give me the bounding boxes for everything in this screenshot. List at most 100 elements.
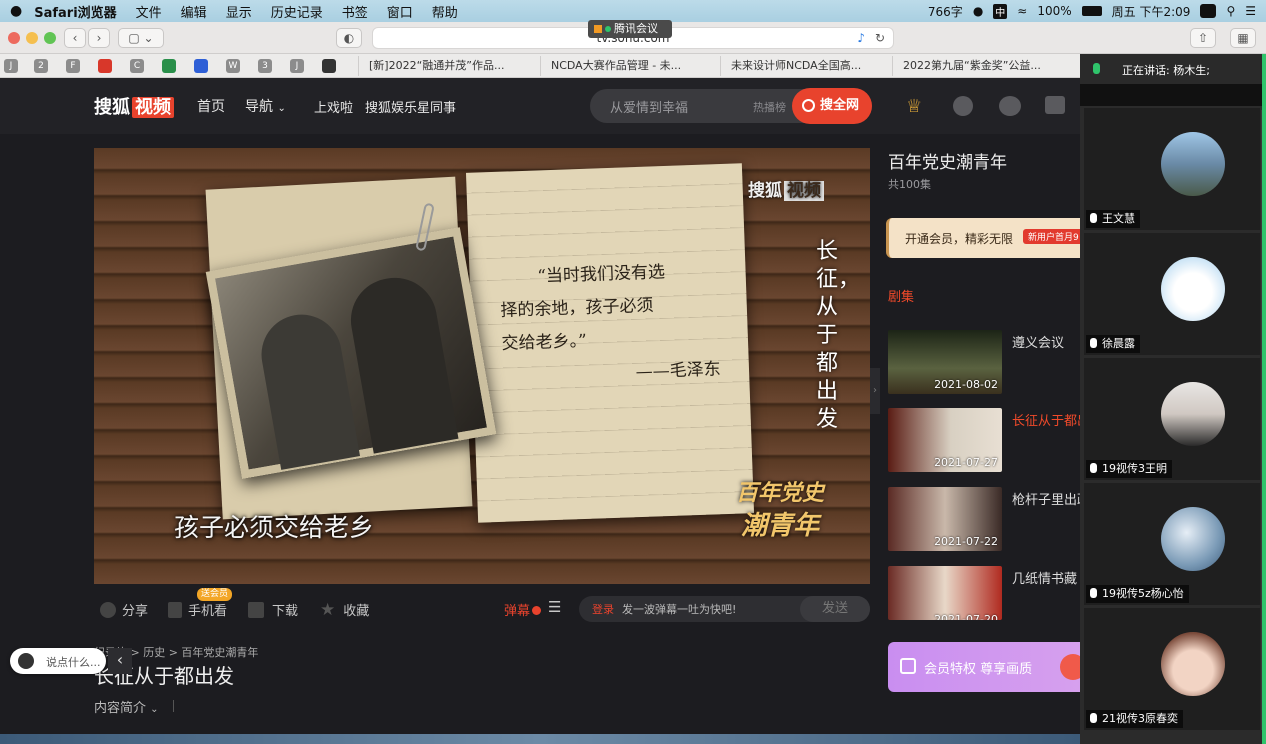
- site-logo[interactable]: 搜狐 视频: [94, 93, 174, 119]
- danmu-input[interactable]: 登录 发一波弹幕一吐为快吧! 发送: [579, 596, 870, 622]
- nav-guide-label: 导航: [245, 99, 273, 115]
- intro-toggle[interactable]: 内容简介 ⌄: [94, 697, 174, 716]
- tencent-meeting-indicator[interactable]: 腾讯会议: [588, 20, 672, 38]
- history-icon[interactable]: [953, 96, 973, 116]
- download-icon: [248, 602, 264, 618]
- danmu-toggle[interactable]: 弹幕: [504, 600, 542, 619]
- control-center-icon[interactable]: ☰: [1245, 4, 1256, 18]
- participant-tile-1[interactable]: 王文慧: [1084, 108, 1260, 230]
- episode-thumb-4[interactable]: 2021-07-20: [888, 566, 1002, 620]
- minimize-window-button[interactable]: [26, 32, 38, 44]
- danmu-login-link[interactable]: 登录: [592, 601, 614, 617]
- tab-episodes[interactable]: 剧集: [888, 286, 914, 305]
- collect-button[interactable]: ★ 收藏: [320, 600, 369, 620]
- menu-bookmarks[interactable]: 书签: [342, 2, 368, 21]
- search-all-button[interactable]: 搜全网: [792, 88, 872, 124]
- menu-window[interactable]: 窗口: [387, 2, 413, 21]
- nav-shangxi[interactable]: 上戏啦: [314, 97, 353, 116]
- bookmark-3-icon[interactable]: 3: [258, 59, 272, 73]
- macos-menu-bar: ● Safari浏览器 文件 编辑 显示 历史记录 书签 窗口 帮助 766字 …: [0, 0, 1266, 22]
- vip-promo[interactable]: 开通会员，精彩无限 新用户首月9: [886, 218, 1080, 258]
- close-window-button[interactable]: [8, 32, 20, 44]
- sound-icon[interactable]: ♪: [857, 28, 865, 48]
- series-title: 百年党史潮青年: [888, 153, 1007, 173]
- chat-bubble[interactable]: 说点什么...: [10, 648, 106, 674]
- episode-1-title[interactable]: 遵义会议: [1012, 332, 1080, 351]
- bookmark-baidu-icon[interactable]: [194, 59, 208, 73]
- crown-icon[interactable]: ♕: [906, 96, 922, 117]
- tab-overview-icon[interactable]: ▦: [1230, 28, 1256, 48]
- forward-button[interactable]: ›: [88, 28, 110, 48]
- vip-banner[interactable]: 会员特权 尊享画质: [888, 642, 1086, 692]
- back-button[interactable]: ‹: [64, 28, 86, 48]
- video-player[interactable]: “当时我们没有选 择的余地，孩子必须 交给老乡。” ——毛泽东 搜狐 视频 长征，…: [94, 148, 870, 584]
- video-record-icon[interactable]: [1045, 96, 1065, 114]
- participant-3-label: 19视传3王明: [1102, 462, 1167, 475]
- danmu-settings-icon[interactable]: ☰: [548, 598, 561, 616]
- nav-home[interactable]: 首页: [197, 96, 225, 116]
- privacy-shield-icon[interactable]: ◐: [336, 28, 362, 48]
- bookmark-red-icon[interactable]: [98, 59, 112, 73]
- app-menu[interactable]: Safari浏览器: [34, 2, 116, 21]
- watermark-b: 视频: [784, 181, 824, 201]
- input-method-icon[interactable]: 中: [993, 3, 1008, 19]
- episode-thumb-2[interactable]: 2021-07-27: [888, 408, 1002, 472]
- collect-label: 收藏: [343, 604, 370, 619]
- reload-icon[interactable]: ↻: [875, 28, 885, 48]
- sidebar-toggle-button[interactable]: ▢ ⌄: [118, 28, 164, 48]
- tab-1[interactable]: [新]2022“融通并茂”作品...: [358, 56, 538, 76]
- episode-3-title[interactable]: 枪杆子里出政: [1012, 489, 1080, 508]
- status-area: 766字 ● 中 ≈ 100% 周五 下午2:09 ⚲ ☰: [928, 0, 1256, 22]
- bookmark-c-icon[interactable]: C: [130, 59, 144, 73]
- share-icon[interactable]: ⇧: [1190, 28, 1216, 48]
- word-count[interactable]: 766字: [928, 3, 963, 20]
- tab-4[interactable]: 2022第九届“紫金奖”公益...: [892, 56, 1078, 76]
- meeting-divider: [1080, 84, 1266, 106]
- clock[interactable]: 周五 下午2:09: [1112, 3, 1191, 20]
- menu-help[interactable]: 帮助: [432, 2, 458, 21]
- menu-file[interactable]: 文件: [136, 2, 162, 21]
- bookmark-j2-icon[interactable]: J: [290, 59, 304, 73]
- episode-thumb-1[interactable]: 2021-08-02: [888, 330, 1002, 394]
- siri-icon[interactable]: [1200, 4, 1217, 18]
- send-button[interactable]: 发送: [800, 596, 870, 622]
- wifi-icon[interactable]: ≈: [1017, 4, 1027, 18]
- menu-view[interactable]: 显示: [226, 2, 252, 21]
- nav-entertainment[interactable]: 搜狐娱乐星同事: [365, 97, 456, 116]
- episode-2-title[interactable]: 长征从于都出发: [1012, 410, 1080, 429]
- download-button[interactable]: 下载: [248, 600, 298, 619]
- participant-tile-4[interactable]: 19视传5z杨心怡: [1084, 483, 1260, 605]
- chat-collapse-button[interactable]: ‹: [108, 648, 132, 674]
- participant-tile-5[interactable]: 21视传3原春奕: [1084, 608, 1260, 730]
- star-icon: ★: [320, 600, 336, 620]
- historic-photo: [205, 227, 497, 479]
- series-logo-line-2: 潮青年: [740, 511, 819, 541]
- bookmark-f-icon[interactable]: F: [66, 59, 80, 73]
- menu-history[interactable]: 历史记录: [271, 2, 323, 21]
- participant-1-label: 王文慧: [1102, 212, 1135, 225]
- menu-edit[interactable]: 编辑: [181, 2, 207, 21]
- bookmark-flag-icon[interactable]: [162, 59, 176, 73]
- participant-tile-3[interactable]: 19视传3王明: [1084, 358, 1260, 480]
- upload-icon[interactable]: [999, 96, 1021, 116]
- spotlight-icon[interactable]: ⚲: [1226, 4, 1235, 18]
- speaking-text: 正在讲话: 杨木生;: [1122, 64, 1210, 77]
- zoom-window-button[interactable]: [44, 32, 56, 44]
- bookmark-w-icon[interactable]: W: [226, 59, 240, 73]
- episode-4-title[interactable]: 几纸情书藏: [1012, 568, 1080, 587]
- participant-tile-2[interactable]: 徐晨露: [1084, 233, 1260, 355]
- apple-icon[interactable]: ●: [10, 3, 22, 19]
- chat-placeholder: 说点什么...: [46, 656, 101, 669]
- tab-3[interactable]: 未来设计师NCDA全国高...: [720, 56, 890, 76]
- bookmark-j-icon[interactable]: J: [4, 59, 18, 73]
- hot-list-link[interactable]: 热播榜: [753, 99, 786, 115]
- bookmark-2-icon[interactable]: 2: [34, 59, 48, 73]
- share-button[interactable]: 分享: [100, 600, 148, 619]
- episode-thumb-3[interactable]: 2021-07-22: [888, 487, 1002, 551]
- mobile-watch-button[interactable]: 手机看: [168, 600, 227, 619]
- microphone-icon[interactable]: ●: [973, 4, 983, 18]
- nav-guide[interactable]: 导航 ⌄: [245, 96, 286, 116]
- bookmark-cap-icon[interactable]: [322, 59, 336, 73]
- battery-icon[interactable]: [1081, 6, 1102, 16]
- tab-2[interactable]: NCDA大赛作品管理 - 未...: [540, 56, 718, 76]
